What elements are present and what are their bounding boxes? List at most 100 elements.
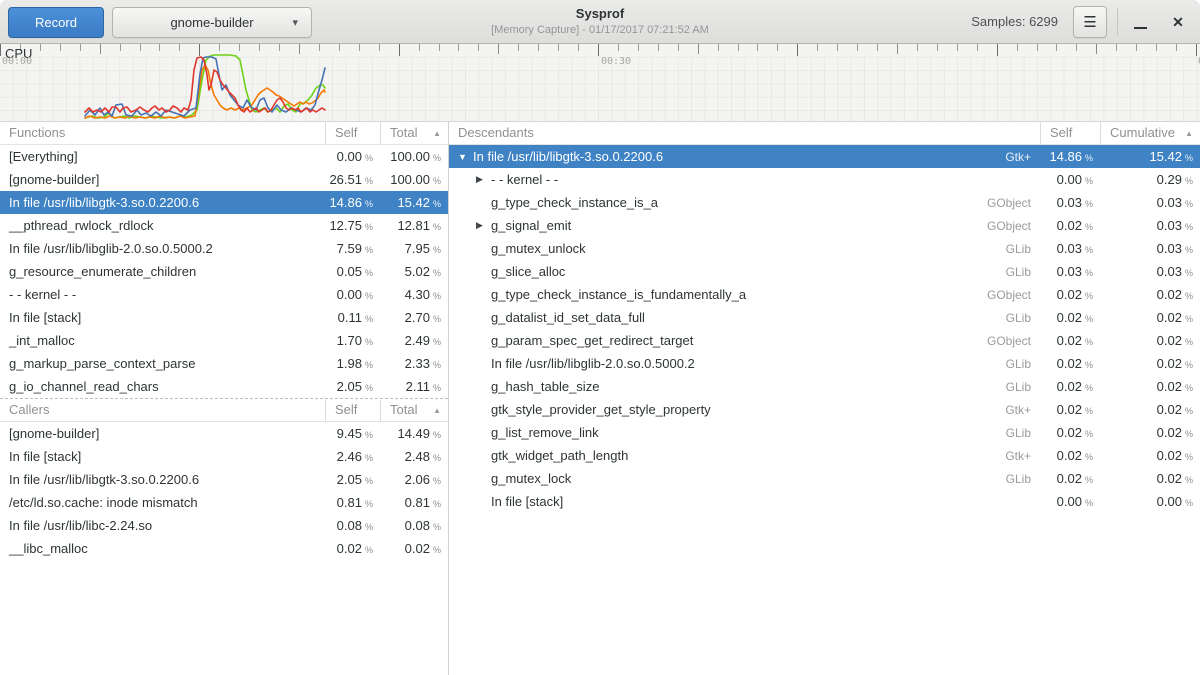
self-percent: 0.02%	[1040, 402, 1100, 417]
function-name: g_resource_enumerate_children	[0, 264, 325, 279]
self-percent: 0.02%	[1040, 471, 1100, 486]
percent-sign: %	[365, 153, 373, 163]
self-percent: 0.00%	[1040, 494, 1100, 509]
percent-sign: %	[433, 522, 441, 532]
tree-row[interactable]: gtk_widget_path_lengthGtk+0.02%0.02%	[449, 444, 1200, 467]
percent-sign: %	[1185, 176, 1193, 186]
descendants-rows: ▼In file /usr/lib/libgtk-3.so.0.2200.6Gt…	[449, 145, 1200, 513]
table-row[interactable]: In file [stack]2.46%2.48%	[0, 445, 448, 468]
percent-sign: %	[365, 245, 373, 255]
tree-row[interactable]: In file [stack]0.00%0.00%	[449, 490, 1200, 513]
function-name: _int_malloc	[0, 333, 325, 348]
self-percent: 0.00%	[325, 149, 380, 164]
total-percent: 0.02%	[380, 541, 448, 556]
table-row[interactable]: In file /usr/lib/libc-2.24.so0.08%0.08%	[0, 514, 448, 537]
table-row[interactable]: g_io_channel_read_chars2.05%2.11%	[0, 375, 448, 398]
table-row[interactable]: g_markup_parse_context_parse1.98%2.33%	[0, 352, 448, 375]
column-header-functions[interactable]: Functions	[0, 122, 325, 144]
total-percent: 0.81%	[380, 495, 448, 510]
tree-row[interactable]: g_mutex_lockGLib0.02%0.02%	[449, 467, 1200, 490]
expander-closed-icon[interactable]: ▶	[476, 220, 491, 231]
tree-row[interactable]: g_datalist_id_set_data_fullGLib0.02%0.02…	[449, 306, 1200, 329]
function-name: g_list_remove_link	[491, 425, 599, 440]
function-name: In file /usr/lib/libgtk-3.so.0.2200.6	[0, 472, 325, 487]
table-row[interactable]: [gnome-builder]26.51%100.00%	[0, 168, 448, 191]
function-name: In file /usr/lib/libglib-2.0.so.0.5000.2	[491, 356, 695, 371]
close-button[interactable]: ✕	[1166, 10, 1190, 34]
table-row[interactable]: In file /usr/lib/libgtk-3.so.0.2200.62.0…	[0, 468, 448, 491]
percent-sign: %	[433, 245, 441, 255]
tree-row[interactable]: ▶g_signal_emitGObject0.02%0.03%	[449, 214, 1200, 237]
percent-sign: %	[433, 430, 441, 440]
function-name: In file /usr/lib/libgtk-3.so.0.2200.6	[0, 195, 325, 210]
table-row[interactable]: In file /usr/lib/libglib-2.0.so.0.5000.2…	[0, 237, 448, 260]
cpu-graph[interactable]: CPU 00:00 00:30 01:00	[0, 44, 1200, 122]
tree-row[interactable]: g_param_spec_get_redirect_targetGObject0…	[449, 329, 1200, 352]
column-header-self[interactable]: Self	[325, 399, 380, 421]
table-row[interactable]: g_resource_enumerate_children0.05%5.02%	[0, 260, 448, 283]
percent-sign: %	[1185, 406, 1193, 416]
table-row[interactable]: __libc_malloc0.02%0.02%	[0, 537, 448, 560]
self-percent: 0.03%	[1040, 241, 1100, 256]
function-name: - - kernel - -	[491, 172, 558, 187]
menu-button[interactable]: ☰	[1073, 6, 1107, 38]
tree-row[interactable]: In file /usr/lib/libglib-2.0.so.0.5000.2…	[449, 352, 1200, 375]
tree-row[interactable]: gtk_style_provider_get_style_propertyGtk…	[449, 398, 1200, 421]
tree-row[interactable]: g_mutex_unlockGLib0.03%0.03%	[449, 237, 1200, 260]
function-name: In file /usr/lib/libc-2.24.so	[0, 518, 325, 533]
cumulative-percent: 0.00%	[1100, 494, 1200, 509]
tree-row[interactable]: g_slice_allocGLib0.03%0.03%	[449, 260, 1200, 283]
table-row[interactable]: __pthread_rwlock_rdlock12.75%12.81%	[0, 214, 448, 237]
percent-sign: %	[1085, 245, 1093, 255]
descendants-table: Descendants Self Cumulative ▲ ▼In file /…	[449, 122, 1200, 513]
tree-row[interactable]: g_type_check_instance_is_aGObject0.03%0.…	[449, 191, 1200, 214]
table-row[interactable]: In file [stack]0.11%2.70%	[0, 306, 448, 329]
descendant-name-cell: g_hash_table_sizeGLib	[449, 379, 1040, 394]
table-row[interactable]: - - kernel - -0.00%4.30%	[0, 283, 448, 306]
library-category-badge: GLib	[1006, 242, 1040, 256]
callers-rows: [gnome-builder]9.45%14.49%In file [stack…	[0, 422, 448, 560]
percent-sign: %	[1185, 360, 1193, 370]
expander-open-icon[interactable]: ▼	[458, 152, 473, 162]
descendant-name-cell: In file /usr/lib/libglib-2.0.so.0.5000.2…	[449, 356, 1040, 371]
total-percent: 14.49%	[380, 426, 448, 441]
expander-closed-icon[interactable]: ▶	[476, 174, 491, 185]
tree-row[interactable]: ▶- - kernel - -0.00%0.29%	[449, 168, 1200, 191]
minimize-icon	[1134, 27, 1147, 29]
library-category-badge: GLib	[1006, 265, 1040, 279]
self-percent: 1.70%	[325, 333, 380, 348]
column-header-self[interactable]: Self	[1040, 122, 1100, 144]
record-button[interactable]: Record	[8, 7, 104, 38]
tree-row[interactable]: g_hash_table_sizeGLib0.02%0.02%	[449, 375, 1200, 398]
column-header-cumulative[interactable]: Cumulative ▲	[1100, 122, 1200, 144]
percent-sign: %	[1085, 337, 1093, 347]
library-category-badge: Gtk+	[1005, 449, 1040, 463]
table-row[interactable]: _int_malloc1.70%2.49%	[0, 329, 448, 352]
tree-row[interactable]: g_list_remove_linkGLib0.02%0.02%	[449, 421, 1200, 444]
table-row[interactable]: [Everything]0.00%100.00%	[0, 145, 448, 168]
capture-subtitle: [Memory Capture] - 01/17/2017 07:21:52 A…	[491, 24, 709, 36]
table-row[interactable]: [gnome-builder]9.45%14.49%	[0, 422, 448, 445]
function-name: g_hash_table_size	[491, 379, 599, 394]
total-percent: 100.00%	[380, 149, 448, 164]
percent-sign: %	[365, 314, 373, 324]
self-percent: 9.45%	[325, 426, 380, 441]
self-percent: 0.02%	[1040, 287, 1100, 302]
cumulative-percent: 0.02%	[1100, 333, 1200, 348]
column-header-callers[interactable]: Callers	[0, 399, 325, 421]
percent-sign: %	[365, 291, 373, 301]
descendant-name-cell: In file [stack]	[449, 494, 1040, 509]
table-row[interactable]: In file /usr/lib/libgtk-3.so.0.2200.614.…	[0, 191, 448, 214]
column-header-total[interactable]: Total ▲	[380, 122, 448, 144]
column-header-total[interactable]: Total ▲	[380, 399, 448, 421]
tree-row[interactable]: ▼In file /usr/lib/libgtk-3.so.0.2200.6Gt…	[449, 145, 1200, 168]
column-header-descendants[interactable]: Descendants	[449, 122, 1040, 144]
minimize-button[interactable]	[1128, 10, 1152, 34]
table-row[interactable]: /etc/ld.so.cache: inode mismatch0.81%0.8…	[0, 491, 448, 514]
column-header-self[interactable]: Self	[325, 122, 380, 144]
percent-sign: %	[1085, 222, 1093, 232]
process-selector[interactable]: gnome-builder ▾	[112, 7, 312, 38]
descendant-name-cell: g_datalist_id_set_data_fullGLib	[449, 310, 1040, 325]
tree-row[interactable]: g_type_check_instance_is_fundamentally_a…	[449, 283, 1200, 306]
total-percent: 2.33%	[380, 356, 448, 371]
